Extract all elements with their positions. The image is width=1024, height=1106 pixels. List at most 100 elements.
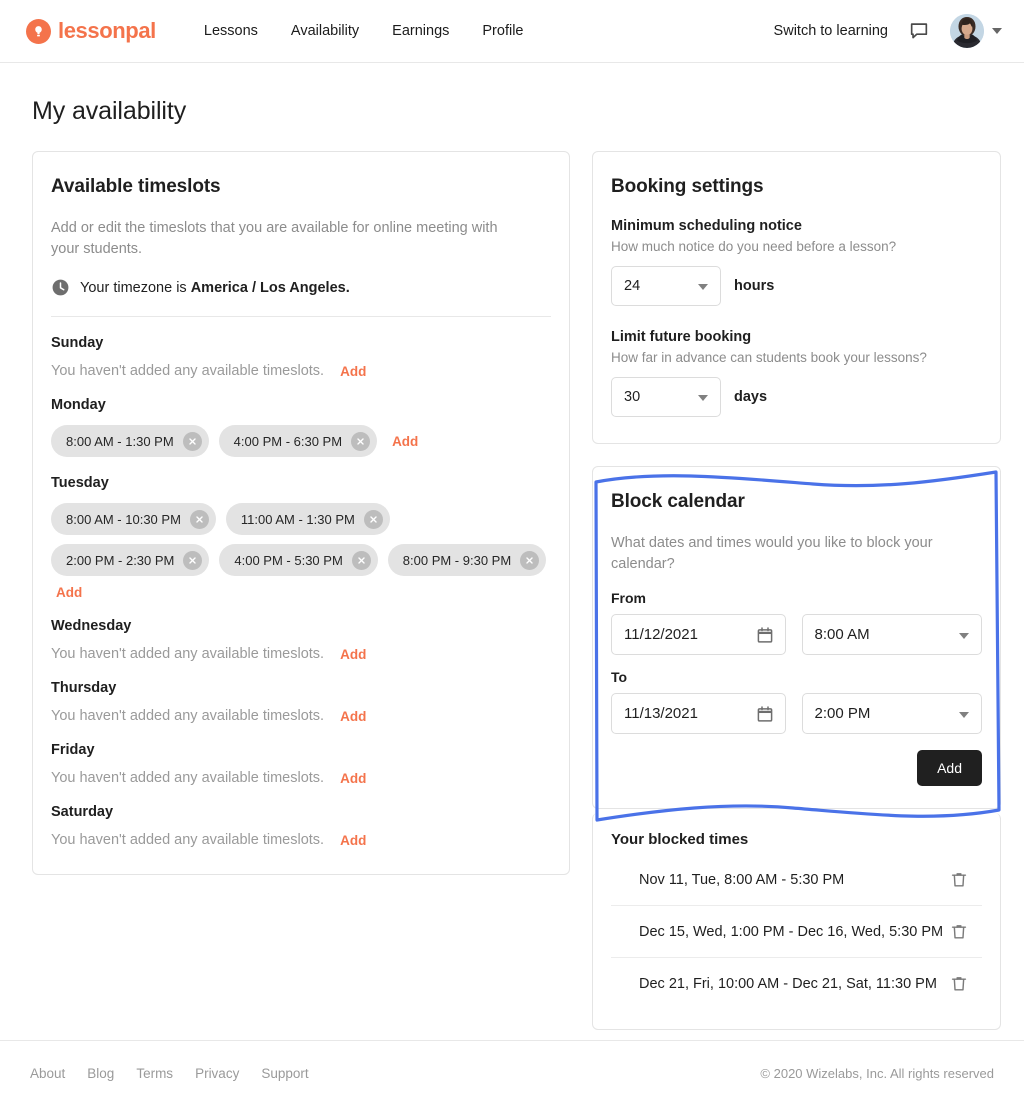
empty-slots-row: You haven't added any available timeslot… — [51, 363, 551, 379]
main-nav: Lessons Availability Earnings Profile — [204, 20, 524, 43]
add-timeslot-link[interactable]: Add — [56, 585, 82, 600]
to-label: To — [611, 669, 628, 686]
day-name: Friday — [51, 742, 95, 759]
from-row: 11/12/2021 8:00 AM — [611, 614, 982, 656]
min-notice-label: Minimum scheduling notice — [611, 218, 802, 234]
close-circle-icon[interactable] — [189, 509, 209, 529]
blocked-times-list: Nov 11, Tue, 8:00 AM - 5:30 PM Dec 15, We… — [611, 854, 982, 1009]
close-circle-icon[interactable] — [183, 550, 203, 570]
footer-link-terms[interactable]: Terms — [136, 1066, 173, 1081]
trash-icon[interactable] — [948, 972, 970, 995]
day-name: Thursday — [51, 680, 117, 697]
close-circle-icon[interactable] — [351, 550, 371, 570]
add-timeslot-link[interactable]: Add — [340, 647, 366, 662]
limit-future-row: 30 days — [611, 377, 982, 417]
day-block-sunday: Sunday You haven't added any available ti… — [51, 335, 551, 379]
timeslots-title: Available timeslots — [51, 176, 221, 197]
timeslot-chip-label: 8:00 AM - 10:30 PM — [66, 511, 181, 527]
calendar-icon[interactable] — [756, 705, 774, 728]
add-timeslot-link[interactable]: Add — [392, 434, 418, 449]
header-actions: Switch to learning — [774, 14, 1002, 48]
to-row: 11/13/2021 2:00 PM — [611, 693, 982, 735]
nav-item-profile[interactable]: Profile — [482, 20, 523, 43]
blocked-time-text: Dec 21, Fri, 10:00 AM - Dec 21, Sat, 11:… — [639, 975, 937, 992]
limit-future-label: Limit future booking — [611, 329, 752, 345]
block-calendar-description: What dates and times would you like to b… — [611, 535, 933, 572]
brand-name: lessonpal — [58, 18, 156, 43]
day-name: Sunday — [51, 335, 104, 352]
app-page: lessonpal Lessons Availability Earnings … — [0, 0, 1024, 1106]
timeslot-chip[interactable]: 8:00 AM - 10:30 PM — [51, 503, 216, 536]
to-time-select[interactable]: 2:00 PM — [801, 693, 982, 735]
blocked-time-row: Nov 11, Tue, 8:00 AM - 5:30 PM — [611, 854, 982, 907]
min-notice-select[interactable]: 24 — [611, 266, 721, 306]
top-navbar: lessonpal Lessons Availability Earnings … — [0, 0, 1024, 63]
add-timeslot-link[interactable]: Add — [340, 833, 366, 848]
nav-item-earnings[interactable]: Earnings — [392, 20, 449, 43]
switch-to-learning-link[interactable]: Switch to learning — [774, 23, 888, 39]
empty-slots-text: You haven't added any available timeslot… — [51, 708, 325, 725]
day-name: Monday — [51, 397, 106, 414]
timeslot-chip-label: 8:00 AM - 1:30 PM — [66, 433, 174, 449]
timezone-text: Your timezone is America / Los Angeles. — [80, 280, 350, 296]
account-menu[interactable] — [950, 14, 1002, 48]
close-circle-icon[interactable] — [351, 431, 371, 451]
close-circle-icon[interactable] — [363, 509, 383, 529]
close-circle-icon[interactable] — [520, 550, 540, 570]
block-calendar-add-button[interactable]: Add — [917, 750, 982, 787]
from-time-select[interactable]: 8:00 AM — [801, 614, 982, 656]
empty-slots-text: You haven't added any available timeslot… — [51, 363, 325, 380]
footer-links: About Blog Terms Privacy Support — [30, 1066, 309, 1081]
limit-future-select[interactable]: 30 — [611, 377, 721, 417]
footer-link-about[interactable]: About — [30, 1066, 65, 1081]
min-notice-row: 24 hours — [611, 266, 982, 306]
chevron-down-icon — [698, 284, 708, 290]
min-notice-help: How much notice do you need before a les… — [611, 239, 897, 254]
to-time-value: 2:00 PM — [814, 705, 871, 723]
nav-item-availability[interactable]: Availability — [291, 20, 359, 43]
brand-logo[interactable]: lessonpal — [26, 18, 156, 44]
available-timeslots-card: Available timeslots Add or edit the time… — [32, 151, 570, 876]
timeslot-chip[interactable]: 11:00 AM - 1:30 PM — [225, 503, 390, 536]
timezone-value: America / Los Angeles. — [190, 279, 350, 296]
timeslots-description: Add or edit the timeslots that you are a… — [51, 220, 498, 257]
trash-icon[interactable] — [948, 920, 970, 943]
limit-future-value: 30 — [624, 389, 641, 405]
timeslot-chip-label: 8:00 PM - 9:30 PM — [402, 552, 512, 568]
blocked-time-row: Dec 15, Wed, 1:00 PM - Dec 16, Wed, 5:30… — [611, 906, 982, 959]
clock-icon — [51, 278, 70, 297]
timeslot-chip[interactable]: 8:00 AM - 1:30 PM — [51, 425, 209, 458]
timeslot-chip-label: 4:00 PM - 5:30 PM — [234, 552, 343, 568]
add-timeslot-link[interactable]: Add — [340, 709, 366, 724]
nav-item-lessons[interactable]: Lessons — [204, 20, 258, 43]
add-timeslot-link[interactable]: Add — [340, 771, 366, 786]
limit-future-unit: days — [734, 389, 768, 405]
blocked-time-text: Dec 15, Wed, 1:00 PM - Dec 16, Wed, 5:30… — [639, 923, 944, 940]
empty-slots-row: You haven't added any available timeslot… — [51, 832, 551, 848]
calendar-icon[interactable] — [756, 626, 774, 649]
avatar[interactable] — [950, 14, 984, 48]
footer-link-blog[interactable]: Blog — [87, 1066, 114, 1081]
blocked-time-row: Dec 21, Fri, 10:00 AM - Dec 21, Sat, 11:… — [611, 958, 982, 1009]
trash-icon[interactable] — [948, 868, 970, 891]
blocked-times-title: Your blocked times — [611, 831, 749, 849]
limit-future-group: Limit future booking How far in advance … — [611, 329, 982, 417]
chat-bubble-icon[interactable] — [908, 20, 930, 42]
timeslot-chip[interactable]: 8:00 PM - 9:30 PM — [387, 544, 547, 577]
close-circle-icon[interactable] — [182, 431, 202, 451]
to-date-input[interactable]: 11/13/2021 — [611, 693, 786, 735]
timeslot-chip[interactable]: 4:00 PM - 6:30 PM — [218, 425, 378, 458]
timeslot-chip[interactable]: 2:00 PM - 2:30 PM — [51, 544, 210, 577]
footer-link-privacy[interactable]: Privacy — [195, 1066, 239, 1081]
from-date-input[interactable]: 11/12/2021 — [611, 614, 786, 656]
chevron-down-icon[interactable] — [992, 28, 1002, 34]
footer-link-support[interactable]: Support — [261, 1066, 308, 1081]
min-notice-group: Minimum scheduling notice How much notic… — [611, 218, 982, 306]
page-title: My availability — [32, 97, 187, 125]
timeslot-chip[interactable]: 4:00 PM - 5:30 PM — [219, 544, 378, 577]
divider — [51, 316, 551, 318]
booking-settings-card: Booking settings Minimum scheduling noti… — [592, 151, 1001, 444]
page-footer: About Blog Terms Privacy Support © 2020 … — [0, 1040, 1024, 1106]
empty-slots-row: You haven't added any available timeslot… — [51, 770, 551, 786]
add-timeslot-link[interactable]: Add — [340, 364, 366, 379]
